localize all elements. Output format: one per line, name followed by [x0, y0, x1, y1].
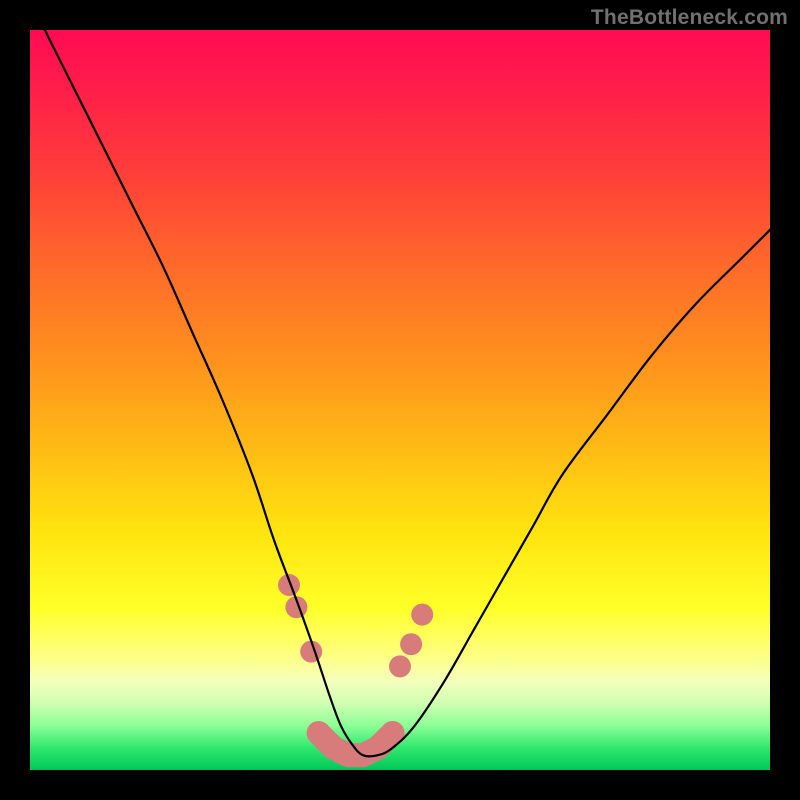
marker-dot [389, 655, 411, 677]
marker-group [278, 574, 433, 677]
watermark-text: TheBottleneck.com [591, 6, 788, 30]
marker-dot [400, 633, 422, 655]
curve-layer [30, 30, 770, 770]
plot-area [30, 30, 770, 770]
marker-dot [411, 604, 433, 626]
valley-band [319, 733, 393, 755]
chart-frame: TheBottleneck.com [0, 0, 800, 800]
